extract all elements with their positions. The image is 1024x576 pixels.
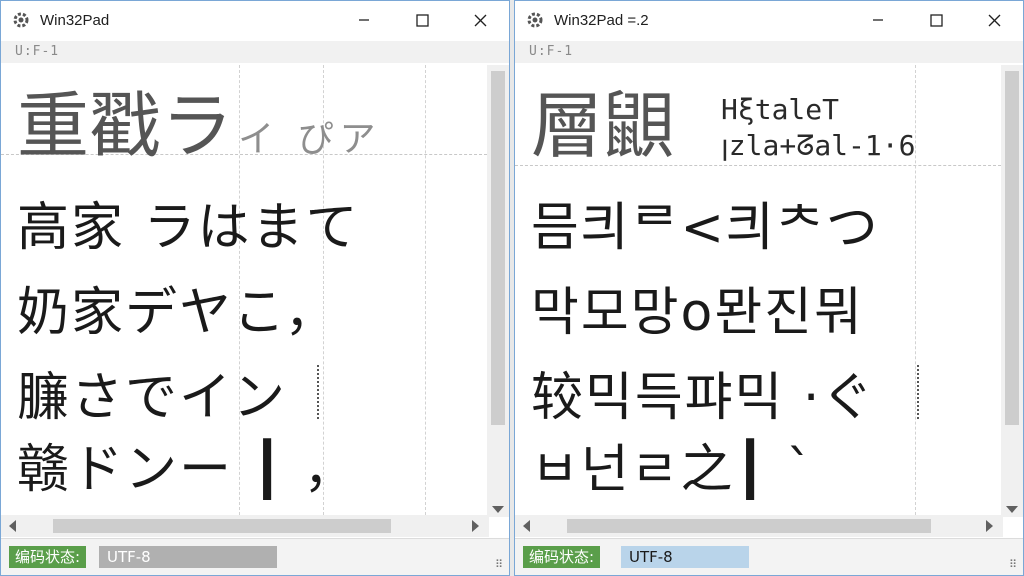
close-button[interactable]: [965, 1, 1023, 39]
scroll-down-arrow[interactable]: [492, 506, 504, 513]
text-line-3: 막모망o뫈진뭐: [531, 283, 864, 343]
scroll-left-arrow[interactable]: [9, 520, 16, 532]
close-icon: [988, 14, 1000, 26]
minimize-button[interactable]: [335, 1, 393, 39]
large-text: 層鼰: [531, 84, 676, 168]
text-line-4: 较믹득퍄믹 ·ぐ: [531, 368, 876, 428]
status-label: 编码状态:: [9, 546, 87, 568]
close-button[interactable]: [451, 1, 509, 39]
maximize-button[interactable]: [907, 1, 965, 39]
close-icon: [474, 14, 486, 26]
text-line-5: 赣ドンー ┃ ，: [17, 440, 358, 500]
status-value: UTF-8: [621, 546, 749, 568]
maximize-button[interactable]: [393, 1, 451, 39]
status-bar: 编码状态: UTF-8 ⠿: [1, 538, 509, 575]
side-text-bottom: ꞁzla+ᘔal-1·6: [721, 129, 916, 162]
text-line-4: 臁さでイン: [17, 368, 288, 428]
status-bar: 编码状态: UTF-8 ⠿: [515, 538, 1023, 575]
text-line-3: 奶家デヤこ，: [17, 283, 339, 343]
text-caret: [917, 365, 919, 419]
gear-icon[interactable]: [10, 9, 32, 31]
scroll-thumb[interactable]: [53, 519, 391, 533]
horizontal-scrollbar[interactable]: [1, 515, 489, 537]
large-text: 重戳ラ: [17, 84, 234, 168]
horizontal-scrollbar[interactable]: [515, 515, 1003, 537]
text-line-5: ㅂ넌ㄹ之┃ ˋ: [531, 440, 815, 500]
status-label: 编码状态:: [523, 546, 601, 568]
right-window: Win32Pad =.2 U:F-1 層鼰 HξtaleT ꞁzla+ᘔal-1…: [514, 0, 1024, 576]
maximize-icon: [415, 13, 429, 27]
left-window: Win32Pad U:F-1 重戳ラ イ ぴア 高家 ラはまて 奶家デヤこ， 臁…: [0, 0, 510, 576]
small-text: イ ぴア: [238, 119, 382, 160]
scroll-down-arrow[interactable]: [1006, 506, 1018, 513]
status-value: UTF-8: [99, 546, 277, 568]
scroll-thumb[interactable]: [1005, 71, 1019, 425]
resize-grip-icon[interactable]: ⠿: [495, 558, 503, 571]
minimize-icon: [359, 19, 369, 21]
window-title: Win32Pad: [40, 11, 110, 29]
vertical-scrollbar[interactable]: [1001, 65, 1023, 517]
minimize-button[interactable]: [849, 1, 907, 39]
scroll-right-arrow[interactable]: [472, 520, 479, 532]
scroll-right-arrow[interactable]: [986, 520, 993, 532]
encoding-indicator: U:F-1: [515, 41, 1023, 63]
scroll-thumb[interactable]: [567, 519, 931, 533]
text-line-1: 層鼰: [531, 67, 675, 172]
scroll-thumb[interactable]: [491, 71, 505, 425]
encoding-indicator: U:F-1: [1, 41, 509, 63]
gear-icon[interactable]: [524, 9, 546, 31]
maximize-icon: [929, 13, 943, 27]
minimize-icon: [873, 19, 883, 21]
scroll-left-arrow[interactable]: [523, 520, 530, 532]
text-line-2: 高家 ラはまて: [17, 198, 360, 258]
guide-line: [425, 65, 426, 515]
text-caret: [317, 365, 319, 419]
text-editor-area[interactable]: 重戳ラ イ ぴア 高家 ラはまて 奶家デヤこ， 臁さでイン 赣ドンー ┃ ，: [1, 65, 487, 515]
title-bar[interactable]: Win32Pad =.2: [515, 1, 1023, 39]
resize-grip-icon[interactable]: ⠿: [1009, 558, 1017, 571]
vertical-scrollbar[interactable]: [487, 65, 509, 517]
window-title: Win32Pad =.2: [554, 11, 649, 29]
title-bar[interactable]: Win32Pad: [1, 1, 509, 39]
side-text-top: HξtaleT: [721, 93, 840, 126]
text-line-2: 믐킈ᄅ<킈ᄎつ: [531, 198, 880, 258]
text-line-1: 重戳ラ イ ぴア: [17, 67, 382, 172]
text-editor-area[interactable]: 層鼰 HξtaleT ꞁzla+ᘔal-1·6 믐킈ᄅ<킈ᄎつ 막모망o뫈진뭐 …: [515, 65, 1001, 515]
desktop: Win32Pad U:F-1 重戳ラ イ ぴア 高家 ラはまて 奶家デヤこ， 臁…: [0, 0, 1024, 576]
